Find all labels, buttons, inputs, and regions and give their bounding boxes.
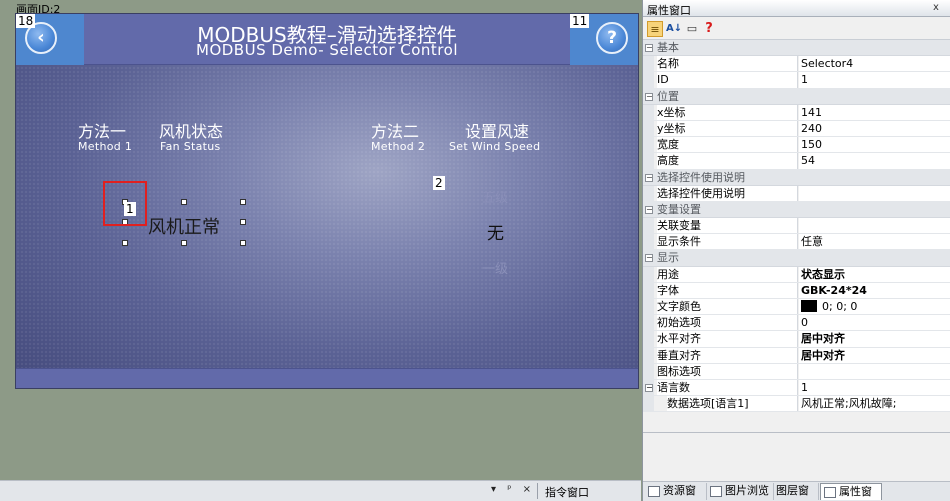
category-selector-help[interactable]: − 选择控件使用说明 xyxy=(643,169,950,186)
property-row[interactable]: 图标选项 xyxy=(643,363,950,380)
tab-property-window[interactable]: 属性窗口 xyxy=(820,483,882,500)
resize-handle[interactable] xyxy=(122,240,128,246)
selector2-id-tag: 2 xyxy=(433,176,445,190)
property-row[interactable]: 文字颜色 0; 0; 0 xyxy=(643,299,950,316)
set-speed-label: 设置风速 xyxy=(465,122,530,141)
fan-status-label: 风机状态 xyxy=(159,122,224,141)
property-row[interactable]: 高度 54 xyxy=(643,153,950,170)
property-row[interactable]: 选择控件使用说明 xyxy=(643,185,950,202)
tab-command-window[interactable]: 指令窗口 xyxy=(545,484,589,500)
speed-option-top[interactable]: 五级 xyxy=(482,187,508,206)
category-variable[interactable]: − 变量设置 xyxy=(643,201,950,219)
property-row[interactable]: 垂直对齐 居中对齐 xyxy=(643,347,950,364)
selection-highlight xyxy=(103,181,147,226)
collapse-icon[interactable]: − xyxy=(645,173,653,182)
page-title-en: MODBUS Demo- Selector Control xyxy=(196,41,458,59)
resize-handle[interactable] xyxy=(181,199,187,205)
property-pages-icon[interactable]: ▭ xyxy=(684,21,700,37)
tab-layer-window[interactable]: 图层窗口 xyxy=(774,483,819,501)
property-toolbar: ≡ A↓ ▭ ? xyxy=(643,18,950,40)
speed-option-current[interactable]: 无 xyxy=(487,219,504,244)
image-icon xyxy=(710,486,722,497)
resize-handle[interactable] xyxy=(240,199,246,205)
property-row[interactable]: 关联变量 xyxy=(643,218,950,235)
property-row[interactable]: y坐标 240 xyxy=(643,120,950,138)
property-row[interactable]: ID 1 xyxy=(643,72,950,89)
collapse-icon[interactable]: − xyxy=(645,383,653,392)
dock-controls-icon[interactable]: ▾ ᵖ × xyxy=(491,484,535,495)
property-row[interactable]: 数据选项[语言1] 风机正常;风机故障; xyxy=(643,396,950,413)
method1-label: 方法一 xyxy=(78,122,127,141)
property-row[interactable]: x坐标 141 xyxy=(643,104,950,121)
design-canvas[interactable]: ‹ 18 ? 11 MODBUS教程–滑动选择控件 MODBUS Demo- S… xyxy=(15,13,639,389)
fan-status-label-en: Fan Status xyxy=(160,140,221,153)
window-icon xyxy=(648,486,660,497)
collapse-icon[interactable]: − xyxy=(645,205,653,214)
property-row[interactable]: 宽度 150 xyxy=(643,137,950,154)
property-panel: 属性窗口 x ≡ A↓ ▭ ? − 基本 名称 Selector4 ID 1 − 位置 … xyxy=(642,0,950,501)
fan-status-selector[interactable]: 风机正常 xyxy=(148,213,220,239)
categorized-view-icon[interactable]: ≡ xyxy=(647,21,663,37)
method2-label: 方法二 xyxy=(371,122,420,141)
close-icon[interactable]: x xyxy=(927,2,945,15)
category-basic[interactable]: − 基本 xyxy=(643,40,950,57)
resize-handle[interactable] xyxy=(240,240,246,246)
resize-handle[interactable] xyxy=(240,219,246,225)
help-button-id-tag: 11 xyxy=(570,14,590,28)
property-row[interactable]: 名称 Selector4 xyxy=(643,56,950,73)
category-position[interactable]: − 位置 xyxy=(643,88,950,105)
tab-resource-window[interactable]: 资源窗口 xyxy=(645,483,707,501)
method2-label-en: Method 2 xyxy=(371,140,426,153)
dock-separator xyxy=(537,483,538,499)
footer-bar xyxy=(16,368,638,388)
tab-image-browser[interactable]: 图片浏览器 xyxy=(707,483,774,501)
property-row[interactable]: − 语言数 1 xyxy=(643,379,950,397)
set-speed-label-en: Set Wind Speed xyxy=(449,140,541,153)
collapse-icon[interactable]: − xyxy=(645,92,653,101)
category-display[interactable]: − 显示 xyxy=(643,250,950,267)
resize-handle[interactable] xyxy=(181,240,187,246)
property-row[interactable]: 水平对齐 居中对齐 xyxy=(643,331,950,348)
collapse-icon[interactable]: − xyxy=(645,44,653,52)
bottom-dock-bar: ▾ ᵖ × 指令窗口 xyxy=(0,480,641,501)
property-panel-title: 属性窗口 xyxy=(647,4,691,17)
property-row[interactable]: 初始选项 0 xyxy=(643,315,950,332)
property-grid: − 基本 名称 Selector4 ID 1 − 位置 x坐标 141 y坐标 240 宽度… xyxy=(643,40,950,413)
property-row[interactable]: 字体 GBK-24*24 xyxy=(643,282,950,299)
panel-tab-bar: 资源窗口 图片浏览器 图层窗口 属性窗口 xyxy=(643,481,950,501)
back-button-id-tag: 18 xyxy=(16,14,36,28)
speed-option-bottom[interactable]: 一级 xyxy=(482,258,508,277)
color-swatch[interactable] xyxy=(801,300,817,312)
sort-alpha-icon[interactable]: A↓ xyxy=(666,21,682,37)
collapse-icon[interactable]: − xyxy=(645,254,653,263)
property-panel-titlebar: 属性窗口 x xyxy=(643,0,950,17)
help-icon[interactable]: ? xyxy=(701,21,717,37)
method1-label-en: Method 1 xyxy=(78,140,133,153)
grid-icon xyxy=(824,487,836,498)
property-description-area xyxy=(643,432,950,480)
property-row[interactable]: 显示条件 任意 xyxy=(643,234,950,251)
property-row[interactable]: 用途 状态显示 xyxy=(643,266,950,283)
